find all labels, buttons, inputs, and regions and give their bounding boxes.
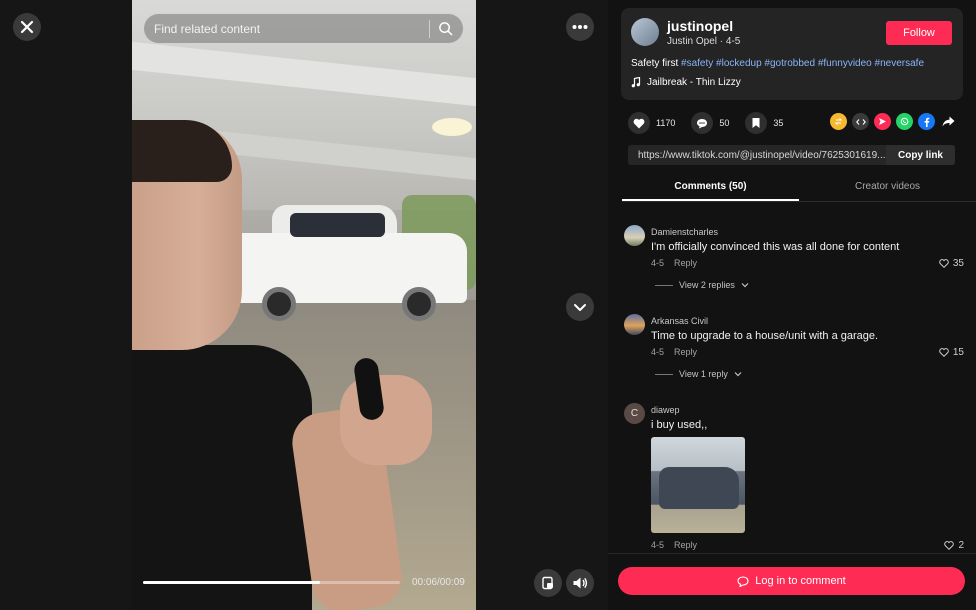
comment-like-count: 35 [952, 258, 964, 269]
author-subline: Justin Opel · 4-5 [667, 36, 741, 47]
comment-login-bar: Log in to comment [608, 553, 976, 610]
comment-count: 50 [719, 118, 730, 128]
reply-button[interactable]: Reply [674, 347, 697, 357]
send-icon[interactable] [874, 113, 891, 130]
heart-icon [628, 112, 650, 134]
comment-text: i buy used,, [651, 419, 708, 431]
tab-comments[interactable]: Comments (50) [622, 178, 799, 201]
reply-button[interactable]: Reply [674, 540, 697, 550]
music-title: Jailbreak - Thin Lizzy [647, 77, 741, 88]
comment-like-count: 15 [952, 347, 964, 358]
more-options-button[interactable] [566, 13, 594, 41]
facebook-icon[interactable] [918, 113, 935, 130]
commenter-name[interactable]: Damienstcharles [651, 227, 718, 237]
commenter-avatar[interactable] [624, 314, 645, 335]
comment-like-button[interactable]: 35 [939, 258, 964, 269]
music-link[interactable]: Jailbreak - Thin Lizzy [631, 77, 741, 88]
chevron-down-icon [574, 304, 586, 311]
engagement-actions: 1170 50 35 [628, 112, 789, 134]
heart-outline-icon [939, 348, 949, 357]
video-progress-fill [143, 581, 321, 584]
video-player[interactable] [132, 0, 476, 610]
next-video-button[interactable] [566, 293, 594, 321]
comment-bubble-icon [691, 112, 714, 134]
login-label: Log in to comment [755, 575, 846, 587]
comment-icon [737, 575, 749, 587]
reply-button[interactable]: Reply [674, 258, 697, 268]
comment-meta: 4-5 Reply [651, 347, 697, 357]
video-link-url[interactable]: https://www.tiktok.com/@justinopel/video… [628, 150, 886, 161]
video-caption: Safety first #safety #lockedup #gotrobbe… [631, 58, 924, 69]
save-button[interactable]: 35 [745, 112, 783, 134]
heart-outline-icon [944, 541, 955, 550]
music-note-icon [631, 77, 641, 88]
like-count: 1170 [656, 118, 676, 128]
comment-like-button[interactable]: 15 [939, 347, 964, 358]
related-search-box[interactable]: Find related content [143, 13, 464, 44]
share-arrow-icon[interactable] [940, 113, 957, 130]
comment-date: 4-5 [651, 540, 665, 550]
pip-button[interactable] [534, 569, 562, 597]
view-replies-label: View 2 replies [679, 280, 735, 290]
hashtag-link[interactable]: #lockedup [716, 58, 762, 69]
comment-item: Arkansas Civil Time to upgrade to a hous… [622, 304, 964, 394]
comment-meta: 4-5 Reply [651, 258, 697, 268]
repost-icon[interactable] [830, 113, 847, 130]
commenter-avatar[interactable] [624, 225, 645, 246]
comment-button[interactable]: 50 [691, 112, 729, 134]
view-replies-button[interactable]: View 2 replies [655, 280, 749, 290]
author-avatar[interactable] [631, 18, 659, 46]
comment-like-button[interactable]: 2 [944, 540, 964, 551]
login-to-comment-button[interactable]: Log in to comment [618, 567, 965, 595]
comment-text: Time to upgrade to a house/unit with a g… [651, 330, 879, 342]
volume-icon [573, 577, 588, 589]
video-progress-bar[interactable] [143, 581, 400, 584]
hashtag-link[interactable]: #neversafe [875, 58, 924, 69]
video-link-box: https://www.tiktok.com/@justinopel/video… [628, 145, 955, 165]
copy-link-button[interactable]: Copy link [885, 145, 955, 165]
caption-text: Safety first [631, 58, 682, 69]
chevron-down-icon [734, 372, 742, 377]
tab-creator-videos[interactable]: Creator videos [799, 178, 976, 201]
volume-button[interactable] [566, 569, 594, 597]
view-replies-label: View 1 reply [679, 369, 728, 379]
close-icon [20, 20, 34, 34]
search-input[interactable]: Find related content [154, 22, 421, 36]
commenter-avatar[interactable]: C [624, 403, 645, 424]
video-area: Find related content 00:06/00:09 [0, 0, 608, 610]
comment-item: Damienstcharles I'm officially convinced… [622, 215, 964, 305]
view-replies-button[interactable]: View 1 reply [655, 369, 742, 379]
comment-like-count: 2 [958, 540, 964, 551]
search-icon[interactable] [438, 21, 453, 36]
comment-footer: 4-5 Reply 2 [622, 497, 964, 551]
commenter-name[interactable]: Arkansas Civil [651, 316, 708, 326]
hashtag-link[interactable]: #gotrobbed [764, 58, 815, 69]
whatsapp-icon[interactable] [896, 113, 913, 130]
close-button[interactable] [13, 13, 41, 41]
bookmark-icon [745, 112, 768, 134]
chevron-down-icon [741, 283, 749, 288]
hashtag-link[interactable]: #safety [681, 58, 713, 69]
heart-outline-icon [939, 259, 949, 268]
video-info-card: justinopel Justin Opel · 4-5 Follow Safe… [621, 8, 963, 100]
search-divider [429, 19, 430, 38]
picture-in-picture-icon [542, 576, 553, 590]
comment-text: I'm officially convinced this was all do… [651, 241, 900, 253]
embed-icon[interactable] [852, 113, 869, 130]
follow-button[interactable]: Follow [886, 21, 952, 45]
comment-date: 4-5 [651, 258, 665, 268]
panel-tabs: Comments (50) Creator videos [622, 178, 976, 202]
author-username[interactable]: justinopel [667, 18, 733, 34]
video-time: 00:06/00:09 [412, 577, 465, 588]
commenter-name[interactable]: diawep [651, 405, 680, 415]
comment-meta: 4-5 Reply [651, 540, 697, 550]
hashtag-link[interactable]: #funnyvideo [818, 58, 872, 69]
more-dots-icon [572, 25, 588, 29]
like-button[interactable]: 1170 [628, 112, 675, 134]
details-panel: justinopel Justin Opel · 4-5 Follow Safe… [608, 0, 976, 610]
comment-date: 4-5 [651, 347, 665, 357]
share-options [830, 113, 957, 130]
save-count: 35 [773, 118, 784, 128]
video-scene-person [132, 120, 432, 610]
